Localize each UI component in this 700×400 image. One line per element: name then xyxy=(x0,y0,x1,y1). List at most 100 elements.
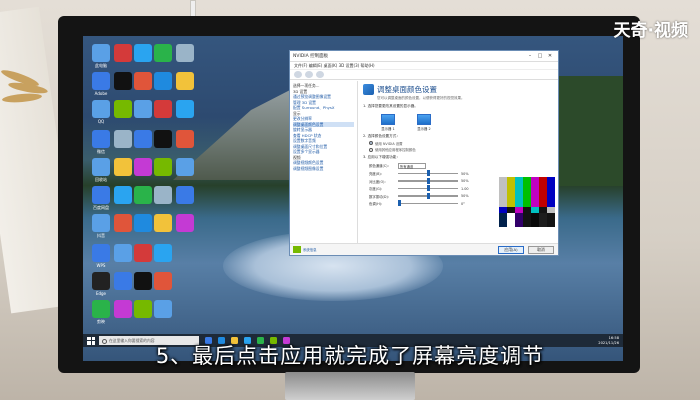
slider-thumb[interactable] xyxy=(427,170,430,177)
slider-value: 50% xyxy=(461,171,469,176)
desktop-app-icon[interactable] xyxy=(154,186,172,204)
desktop-app-icon[interactable] xyxy=(92,130,110,148)
window-footer: 系统信息 应用(A) 取消 xyxy=(290,243,558,255)
desktop-app-icon[interactable] xyxy=(176,100,194,118)
desktop-app-icon[interactable] xyxy=(176,72,194,90)
slider-label: 亮度(B): xyxy=(369,172,382,176)
slider-thumb[interactable] xyxy=(427,192,430,199)
desktop-app-icon[interactable] xyxy=(114,272,132,290)
desktop-app-icon[interactable] xyxy=(176,158,194,176)
slider-track[interactable] xyxy=(398,185,458,192)
slider-value: 1.00 xyxy=(461,186,469,191)
section-color-method: 2. 选择颜色设置方式： xyxy=(363,134,400,138)
cancel-button[interactable]: 取消 xyxy=(528,246,554,254)
desktop-app-icon[interactable] xyxy=(92,44,110,62)
desktop-app-icon[interactable] xyxy=(154,214,172,232)
slider-thumb[interactable] xyxy=(427,177,430,184)
desktop-icon-label: WPS xyxy=(96,263,106,268)
radio-label: 使用 NVIDIA 设置 xyxy=(375,141,403,146)
desktop-app-icon[interactable] xyxy=(114,130,132,148)
desktop-app-icon[interactable] xyxy=(134,244,152,262)
desktop-app-icon[interactable] xyxy=(154,300,172,318)
slider-thumb[interactable] xyxy=(427,185,430,192)
desktop-icon-label: 此电脑 xyxy=(95,63,107,68)
color-channel-dropdown[interactable]: 所有通道 xyxy=(398,162,426,169)
desktop-app-icon[interactable] xyxy=(154,244,172,262)
slider-track[interactable] xyxy=(398,177,458,184)
apply-button[interactable]: 应用(A) xyxy=(498,246,524,254)
home-icon[interactable] xyxy=(316,71,324,78)
desktop-app-icon[interactable] xyxy=(92,214,110,232)
desktop-app-icon[interactable] xyxy=(114,186,132,204)
desktop-app-icon[interactable] xyxy=(134,72,152,90)
desktop-app-icon[interactable] xyxy=(134,44,152,62)
desktop-icon-label: 抖音 xyxy=(97,233,105,238)
desktop-app-icon[interactable] xyxy=(176,44,194,62)
desktop-app-icon[interactable] xyxy=(134,130,152,148)
desktop-app-icon[interactable] xyxy=(114,72,132,90)
radio-button[interactable] xyxy=(369,147,373,152)
desktop-app-icon[interactable] xyxy=(92,100,110,118)
desktop-app-icon[interactable] xyxy=(114,44,132,62)
desktop-app-icon[interactable] xyxy=(114,244,132,262)
radio-button[interactable] xyxy=(369,141,373,145)
desktop-app-icon[interactable] xyxy=(134,186,152,204)
forward-icon[interactable] xyxy=(305,71,313,78)
desktop-app-icon[interactable] xyxy=(114,158,132,176)
page-heading: 调整桌面颜色设置 xyxy=(363,84,555,95)
desktop-app-icon[interactable] xyxy=(134,158,152,176)
display-2-label: 显示器 2 xyxy=(417,127,431,131)
desktop-app-icon[interactable] xyxy=(114,214,132,232)
desktop-app-icon[interactable] xyxy=(114,100,132,118)
close-icon[interactable]: ✕ xyxy=(545,52,555,60)
desktop-app-icon[interactable] xyxy=(154,72,172,90)
slider-label: 数字振动(D): xyxy=(369,194,389,199)
back-icon[interactable] xyxy=(294,71,302,78)
desktop-app-icon[interactable] xyxy=(134,100,152,118)
desktop-app-icon[interactable] xyxy=(92,244,110,262)
desktop-app-icon[interactable] xyxy=(134,272,152,290)
slider-value: 50% xyxy=(461,179,469,183)
watermark-logo: 天奇·视频 xyxy=(613,21,688,41)
desktop-app-icon[interactable] xyxy=(154,44,172,62)
desktop-app-icon[interactable] xyxy=(92,72,110,90)
display-2-option[interactable]: 显示器 2 xyxy=(417,114,431,131)
desktop-app-icon[interactable] xyxy=(92,272,110,290)
page-subtitle: 您可以调整桌面的颜色设置，以便获得更好的视觉效果。 xyxy=(377,96,465,100)
desktop-app-icon[interactable] xyxy=(176,130,194,148)
color-channel-label: 颜色通道(C): xyxy=(369,164,389,168)
desktop-app-icon[interactable] xyxy=(92,300,110,318)
monitor-icon xyxy=(381,114,395,125)
desktop-app-icon[interactable] xyxy=(176,186,194,204)
slider-thumb[interactable] xyxy=(398,200,401,207)
desktop-icon-label: Adobe xyxy=(94,91,108,96)
window-menubar[interactable]: 文件(F) 编辑(E) 桌面(K) 3D 设置(3) 帮助(H) xyxy=(290,62,558,70)
slider-track[interactable] xyxy=(398,170,458,177)
desktop-app-icon[interactable] xyxy=(134,214,152,232)
settings-pane: 调整桌面颜色设置 您可以调整桌面的颜色设置，以便获得更好的视觉效果。 1. 选择… xyxy=(360,81,558,245)
slider-label: 灰度(G): xyxy=(369,187,383,191)
desktop-app-icon[interactable] xyxy=(154,130,172,148)
desktop-app-icon[interactable] xyxy=(176,214,194,232)
display-1-option[interactable]: 显示器 1 xyxy=(381,114,395,131)
slider-track[interactable] xyxy=(398,192,458,199)
desktop-app-icon[interactable] xyxy=(154,272,172,290)
desktop-app-icon[interactable] xyxy=(154,158,172,176)
desktop-app-icon[interactable] xyxy=(92,186,110,204)
radio-other-app[interactable]: 使用其他应用程序控制颜色 xyxy=(369,147,555,152)
desktop-app-icon[interactable] xyxy=(134,300,152,318)
window-toolbar xyxy=(290,70,558,80)
desktop-icon-label: 剪映 xyxy=(97,319,105,324)
slider-track[interactable] xyxy=(398,200,458,207)
slider-value: 0° xyxy=(461,201,465,206)
nvidia-logo-icon xyxy=(293,246,301,253)
desktop-app-icon[interactable] xyxy=(92,158,110,176)
tree-item[interactable]: 调整视频图像设置 xyxy=(293,166,354,172)
desktop-app-icon[interactable] xyxy=(154,100,172,118)
maximize-icon[interactable]: □ xyxy=(535,52,545,60)
system-info-link[interactable]: 系统信息 xyxy=(303,247,317,252)
radio-nvidia-settings[interactable]: 使用 NVIDIA 设置 xyxy=(369,141,555,146)
desktop-app-icon[interactable] xyxy=(114,300,132,318)
minimize-icon[interactable]: – xyxy=(525,52,535,60)
task-tree: 选择一项任务... 3D 设置 通过预览调整图像设置 管理 3D 设置 配置 Surro… xyxy=(290,81,358,245)
